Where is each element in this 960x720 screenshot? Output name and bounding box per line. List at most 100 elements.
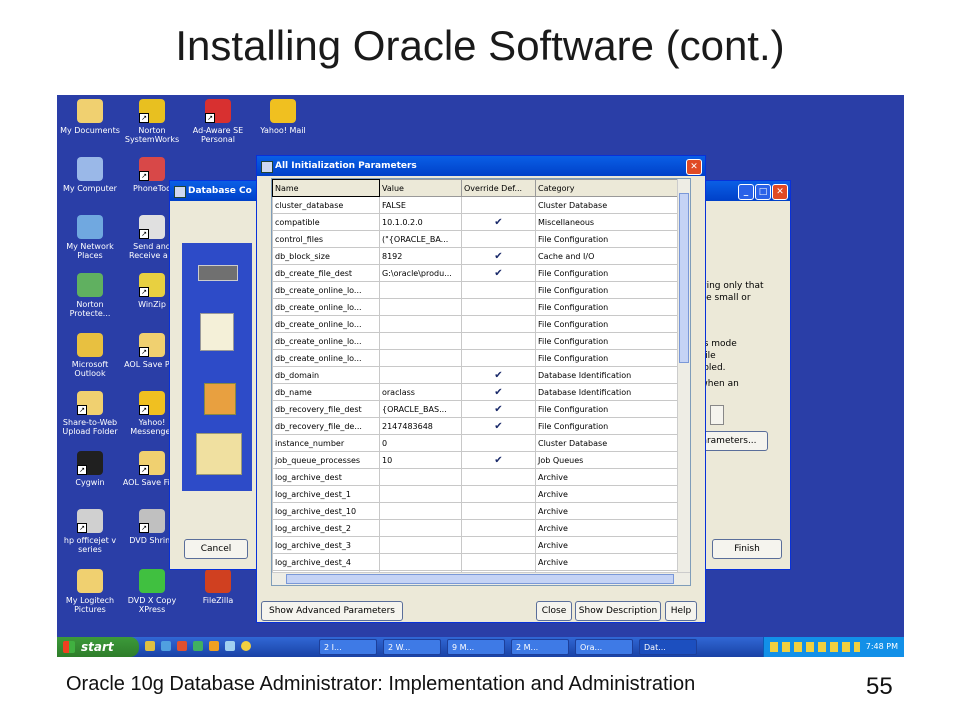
param-value-cell[interactable]: ("{ORACLE_BA... bbox=[379, 230, 462, 248]
clock[interactable]: 7:48 PM bbox=[866, 637, 898, 657]
help-button[interactable]: Help bbox=[665, 601, 697, 621]
param-value-cell[interactable]: {ORACLE_BAS... bbox=[379, 400, 462, 418]
table-row[interactable]: db_create_online_lo... File Configuration bbox=[272, 332, 690, 350]
init-params-titlebar[interactable]: All Initialization Parameters ✕ bbox=[257, 156, 705, 176]
taskbar-task[interactable]: 2 M... bbox=[511, 639, 569, 655]
param-name-cell[interactable]: db_block_size bbox=[272, 247, 380, 265]
param-name-cell[interactable]: log_archive_dest_1 bbox=[272, 485, 380, 503]
override-default-cell[interactable] bbox=[461, 230, 536, 248]
param-name-cell[interactable]: db_create_online_lo... bbox=[272, 349, 380, 367]
category-cell[interactable]: File Configuration bbox=[535, 417, 690, 435]
param-name-cell[interactable]: job_queue_processes bbox=[272, 451, 380, 469]
desktop-icon-yahoo-mail[interactable]: Yahoo! Mail bbox=[250, 99, 316, 135]
quick-launch-icon[interactable] bbox=[145, 641, 155, 651]
category-cell[interactable]: Database Identification bbox=[535, 366, 690, 384]
column-header-category[interactable]: Category bbox=[535, 179, 690, 197]
param-value-cell[interactable] bbox=[379, 281, 462, 299]
desktop-icon-my-computer[interactable]: My Computer bbox=[57, 157, 123, 193]
table-row[interactable]: db_create_file_dest G:\oracle\produ... ✔ Fi… bbox=[272, 264, 690, 282]
param-value-cell[interactable]: oraclass bbox=[379, 383, 462, 401]
category-cell[interactable]: Archive bbox=[535, 468, 690, 486]
cancel-button[interactable]: Cancel bbox=[184, 539, 248, 559]
column-header-override[interactable]: Override Def... bbox=[461, 179, 536, 197]
quick-launch-icon[interactable] bbox=[209, 641, 219, 651]
category-cell[interactable]: File Configuration bbox=[535, 332, 690, 350]
taskbar-task[interactable]: 9 M... bbox=[447, 639, 505, 655]
desktop-icon-network[interactable]: My Network Places bbox=[57, 215, 123, 260]
quick-launch-icon[interactable] bbox=[193, 641, 203, 651]
category-cell[interactable]: Cluster Database bbox=[535, 196, 690, 214]
category-cell[interactable]: File Configuration bbox=[535, 315, 690, 333]
param-value-cell[interactable]: 0 bbox=[379, 434, 462, 452]
override-default-cell[interactable] bbox=[461, 332, 536, 350]
override-default-cell[interactable]: ✔ bbox=[461, 417, 536, 435]
taskbar-task[interactable]: 2 W... bbox=[383, 639, 441, 655]
override-default-cell[interactable] bbox=[461, 196, 536, 214]
column-header-name[interactable]: Name bbox=[272, 179, 380, 197]
override-default-cell[interactable] bbox=[461, 485, 536, 503]
category-cell[interactable]: Archive bbox=[535, 502, 690, 520]
param-value-cell[interactable]: 8192 bbox=[379, 247, 462, 265]
vertical-scrollbar[interactable] bbox=[677, 179, 690, 573]
table-row[interactable]: job_queue_processes 10 ✔ Job Queues bbox=[272, 451, 690, 469]
table-row[interactable]: log_archive_dest_4 Archive bbox=[272, 553, 690, 571]
param-name-cell[interactable]: log_archive_dest_10 bbox=[272, 502, 380, 520]
desktop-icon-norton-protected[interactable]: Norton Protecte... bbox=[57, 273, 123, 318]
override-default-cell[interactable]: ✔ bbox=[461, 213, 536, 231]
param-value-cell[interactable]: 10.1.0.2.0 bbox=[379, 213, 462, 231]
desktop-icon-adaware[interactable]: ↗ Ad-Aware SE Personal bbox=[185, 99, 251, 144]
param-name-cell[interactable]: log_archive_dest_3 bbox=[272, 536, 380, 554]
category-cell[interactable]: File Configuration bbox=[535, 281, 690, 299]
table-row[interactable]: log_archive_dest_1 Archive bbox=[272, 485, 690, 503]
maximize-button[interactable]: □ bbox=[755, 184, 771, 200]
table-row[interactable]: cluster_database FALSE Cluster Database bbox=[272, 196, 690, 214]
category-cell[interactable]: Archive bbox=[535, 536, 690, 554]
show-advanced-parameters-button[interactable]: Show Advanced Parameters bbox=[261, 601, 403, 621]
desktop-icon-cygwin[interactable]: ↗ Cygwin bbox=[57, 451, 123, 487]
spinner[interactable] bbox=[710, 405, 724, 425]
param-value-cell[interactable]: 2147483648 bbox=[379, 417, 462, 435]
param-value-cell[interactable] bbox=[379, 332, 462, 350]
show-description-button[interactable]: Show Description bbox=[575, 601, 661, 621]
finish-button[interactable]: Finish bbox=[712, 539, 782, 559]
param-name-cell[interactable]: db_recovery_file_dest bbox=[272, 400, 380, 418]
table-row[interactable]: db_recovery_file_dest {ORACLE_BAS... ✔ File… bbox=[272, 400, 690, 418]
table-row[interactable]: db_domain ✔ Database Identification bbox=[272, 366, 690, 384]
param-value-cell[interactable] bbox=[379, 349, 462, 367]
category-cell[interactable]: File Configuration bbox=[535, 400, 690, 418]
table-row[interactable]: log_archive_dest_3 Archive bbox=[272, 536, 690, 554]
category-cell[interactable]: File Configuration bbox=[535, 264, 690, 282]
override-default-cell[interactable] bbox=[461, 315, 536, 333]
param-value-cell[interactable] bbox=[379, 315, 462, 333]
param-value-cell[interactable] bbox=[379, 502, 462, 520]
taskbar-task[interactable]: Ora... bbox=[575, 639, 633, 655]
category-cell[interactable]: Cache and I/O bbox=[535, 247, 690, 265]
table-row[interactable]: db_create_online_lo... File Configuration bbox=[272, 349, 690, 367]
param-name-cell[interactable]: db_create_online_lo... bbox=[272, 281, 380, 299]
param-name-cell[interactable]: log_archive_dest bbox=[272, 468, 380, 486]
override-default-cell[interactable]: ✔ bbox=[461, 366, 536, 384]
override-default-cell[interactable]: ✔ bbox=[461, 383, 536, 401]
override-default-cell[interactable] bbox=[461, 468, 536, 486]
desktop-icon-dvd-x-copy[interactable]: DVD X Copy XPress bbox=[119, 569, 185, 614]
category-cell[interactable]: Cluster Database bbox=[535, 434, 690, 452]
param-name-cell[interactable]: db_name bbox=[272, 383, 380, 401]
desktop-icon-my-documents[interactable]: My Documents bbox=[57, 99, 123, 135]
param-name-cell[interactable]: compatible bbox=[272, 213, 380, 231]
table-row[interactable]: db_name oraclass ✔ Database Identification bbox=[272, 383, 690, 401]
start-button[interactable]: start bbox=[57, 637, 139, 657]
category-cell[interactable]: File Configuration bbox=[535, 230, 690, 248]
scroll-thumb[interactable] bbox=[679, 193, 689, 363]
param-value-cell[interactable]: 10 bbox=[379, 451, 462, 469]
category-cell[interactable]: Archive bbox=[535, 519, 690, 537]
override-default-cell[interactable] bbox=[461, 553, 536, 571]
desktop-icon-logitech-pictures[interactable]: My Logitech Pictures bbox=[57, 569, 123, 614]
close-button[interactable]: Close bbox=[536, 601, 572, 621]
param-value-cell[interactable] bbox=[379, 366, 462, 384]
override-default-cell[interactable] bbox=[461, 281, 536, 299]
category-cell[interactable]: Archive bbox=[535, 485, 690, 503]
quick-launch-icon[interactable] bbox=[177, 641, 187, 651]
param-name-cell[interactable]: db_domain bbox=[272, 366, 380, 384]
table-row[interactable]: compatible 10.1.0.2.0 ✔ Miscellaneous bbox=[272, 213, 690, 231]
override-default-cell[interactable] bbox=[461, 434, 536, 452]
